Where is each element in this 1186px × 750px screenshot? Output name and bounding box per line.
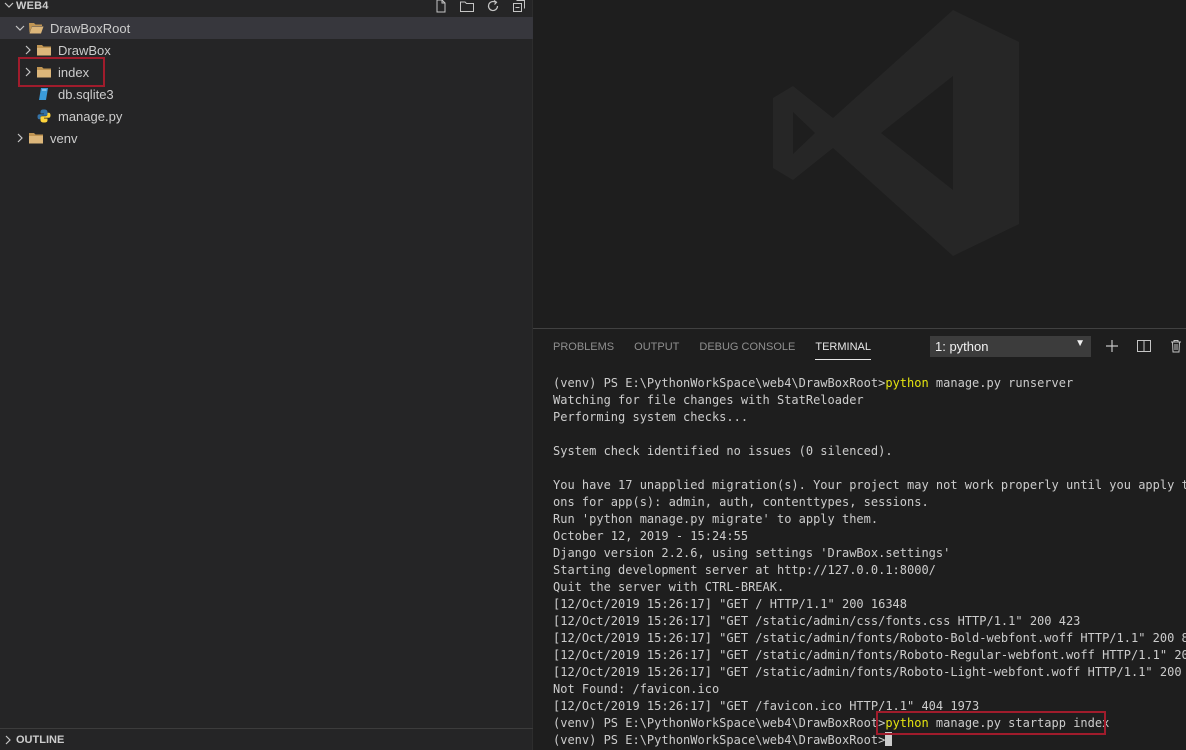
terminal-line: ons for app(s): admin, auth, contenttype… [553,494,1186,511]
terminal-command-args: manage.py startapp index [928,716,1110,730]
terminal-line: (venv) PS E:\PythonWorkSpace\web4\DrawBo… [553,732,1186,749]
terminal-prompt: (venv) PS E:\PythonWorkSpace\web4\DrawBo… [553,716,886,730]
trash-icon[interactable] [1168,338,1184,358]
tab-terminal[interactable]: TERMINAL [815,329,871,365]
chevron-down-icon[interactable] [12,20,28,36]
terminal-text: [12/Oct/2019 15:26:17] "GET /static/admi… [553,665,1186,679]
panel-actions [1104,338,1184,358]
tree-item-venv[interactable]: venv [0,127,533,149]
chevron-right-icon[interactable] [20,64,36,80]
terminal-text: [12/Oct/2019 15:26:17] "GET /favicon.ico… [553,699,980,713]
chevron-right-icon[interactable] [20,42,36,58]
vscode-logo-watermark [771,8,1021,262]
python-file-icon [36,108,52,124]
split-terminal-icon[interactable] [1136,338,1152,358]
tree-item-label: db.sqlite3 [58,86,114,102]
refresh-icon[interactable] [485,0,501,14]
folder-icon [36,64,52,80]
terminal-command: python [885,716,929,730]
terminal-text: Performing system checks... [553,410,749,424]
terminal-line: [12/Oct/2019 15:26:17] "GET /static/admi… [553,664,1186,681]
terminal-line: [12/Oct/2019 15:26:17] "GET / HTTP/1.1" … [553,596,1186,613]
terminal-text: Watching for file changes with StatReloa… [553,393,864,407]
terminal-output[interactable]: (venv) PS E:\PythonWorkSpace\web4\DrawBo… [553,375,1186,750]
terminal-line: Run 'python manage.py migrate' to apply … [553,511,1186,528]
chevron-down-icon[interactable] [2,0,16,16]
outline-title: OUTLINE [16,733,65,746]
explorer-title: WEB4 [16,0,49,12]
tree-item-drawboxroot[interactable]: DrawBoxRoot [0,17,533,39]
terminal-line: Django version 2.2.6, using settings 'Dr… [553,545,1186,562]
editor-area [533,0,1186,328]
terminal-line: Not Found: /favicon.ico [553,681,1186,698]
chevron-right-icon[interactable] [2,734,16,746]
tree-item-label: DrawBoxRoot [50,20,131,36]
tree-item-label: manage.py [58,108,123,124]
outline-header[interactable]: OUTLINE [0,728,533,750]
terminal-text: [12/Oct/2019 15:26:17] "GET /static/admi… [553,631,1186,645]
tree-item-drawbox[interactable]: DrawBox [0,39,533,61]
dropdown-arrow-icon: ▼ [1075,338,1085,349]
new-folder-icon[interactable] [459,0,475,14]
explorer-actions [433,0,527,17]
tree-item-manage-py[interactable]: manage.py [0,105,533,127]
terminal-text: Django version 2.2.6, using settings 'Dr… [553,546,951,560]
tree-item-label: venv [50,130,78,146]
tree-item-db-sqlite3[interactable]: db.sqlite3 [0,83,533,105]
tree-item-label: index [58,64,90,80]
folder-open-icon [28,20,44,36]
tree-item-label: DrawBox [58,42,111,58]
chevron-right-icon[interactable] [12,130,28,146]
terminal-text: [12/Oct/2019 15:26:17] "GET /static/admi… [553,614,1081,628]
terminal-line: [12/Oct/2019 15:26:17] "GET /static/admi… [553,613,1186,630]
terminal-line: [12/Oct/2019 15:26:17] "GET /static/admi… [553,647,1186,664]
terminal-line: (venv) PS E:\PythonWorkSpace\web4\DrawBo… [553,375,1186,392]
terminal-line: Performing system checks... [553,409,1186,426]
terminal-line: [12/Oct/2019 15:26:17] "GET /favicon.ico… [553,698,1186,715]
terminal-line: (venv) PS E:\PythonWorkSpace\web4\DrawBo… [553,715,1186,732]
bottom-panel: PROBLEMS OUTPUT DEBUG CONSOLE TERMINAL 1… [533,328,1186,750]
terminal-line: You have 17 unapplied migration(s). Your… [553,477,1186,494]
folder-icon [28,130,44,146]
terminal-text: System check identified no issues (0 sil… [553,444,893,458]
terminal-cursor [885,732,893,746]
terminal-text: Not Found: /favicon.ico [553,682,720,696]
tab-debug-console[interactable]: DEBUG CONSOLE [699,329,795,365]
file-tree: DrawBoxRoot DrawBox index db.sqlite3 man… [0,17,533,149]
explorer-sidebar: WEB4 DrawBoxRoot DrawBox index db.sqlite… [0,0,533,750]
tree-item-index[interactable]: index [0,61,533,83]
terminal-select-value: 1: python [935,339,989,354]
terminal-select[interactable]: 1: python ▼ [930,336,1091,357]
folder-icon [36,42,52,58]
terminal-text: ons for app(s): admin, auth, contenttype… [553,495,929,509]
tab-output[interactable]: OUTPUT [634,329,679,365]
new-file-icon[interactable] [433,0,449,14]
terminal-line: [12/Oct/2019 15:26:17] "GET /static/admi… [553,630,1186,647]
collapse-all-icon[interactable] [511,0,527,14]
terminal-text: You have 17 unapplied migration(s). Your… [553,478,1186,492]
terminal-text: Quit the server with CTRL-BREAK. [553,580,785,594]
terminal-command: python [885,376,929,390]
database-file-icon [36,86,52,102]
terminal-line: Watching for file changes with StatReloa… [553,392,1186,409]
tab-problems[interactable]: PROBLEMS [553,329,614,365]
terminal-text: [12/Oct/2019 15:26:17] "GET / HTTP/1.1" … [553,597,908,611]
plus-icon[interactable] [1104,338,1120,358]
terminal-prompt: (venv) PS E:\PythonWorkSpace\web4\DrawBo… [553,733,886,747]
terminal-prompt: (venv) PS E:\PythonWorkSpace\web4\DrawBo… [553,376,886,390]
terminal-line: Quit the server with CTRL-BREAK. [553,579,1186,596]
terminal-text: October 12, 2019 - 15:24:55 [553,529,749,543]
panel-tabs: PROBLEMS OUTPUT DEBUG CONSOLE TERMINAL [553,329,871,365]
terminal-line: Starting development server at http://12… [553,562,1186,579]
terminal-text: Run 'python manage.py migrate' to apply … [553,512,879,526]
terminal-command-args: manage.py runserver [928,376,1074,390]
explorer-header[interactable]: WEB4 [0,0,533,17]
terminal-text: Starting development server at http://12… [553,563,936,577]
terminal-line: System check identified no issues (0 sil… [553,443,1186,460]
terminal-line: October 12, 2019 - 15:24:55 [553,528,1186,545]
terminal-text: [12/Oct/2019 15:26:17] "GET /static/admi… [553,648,1186,662]
